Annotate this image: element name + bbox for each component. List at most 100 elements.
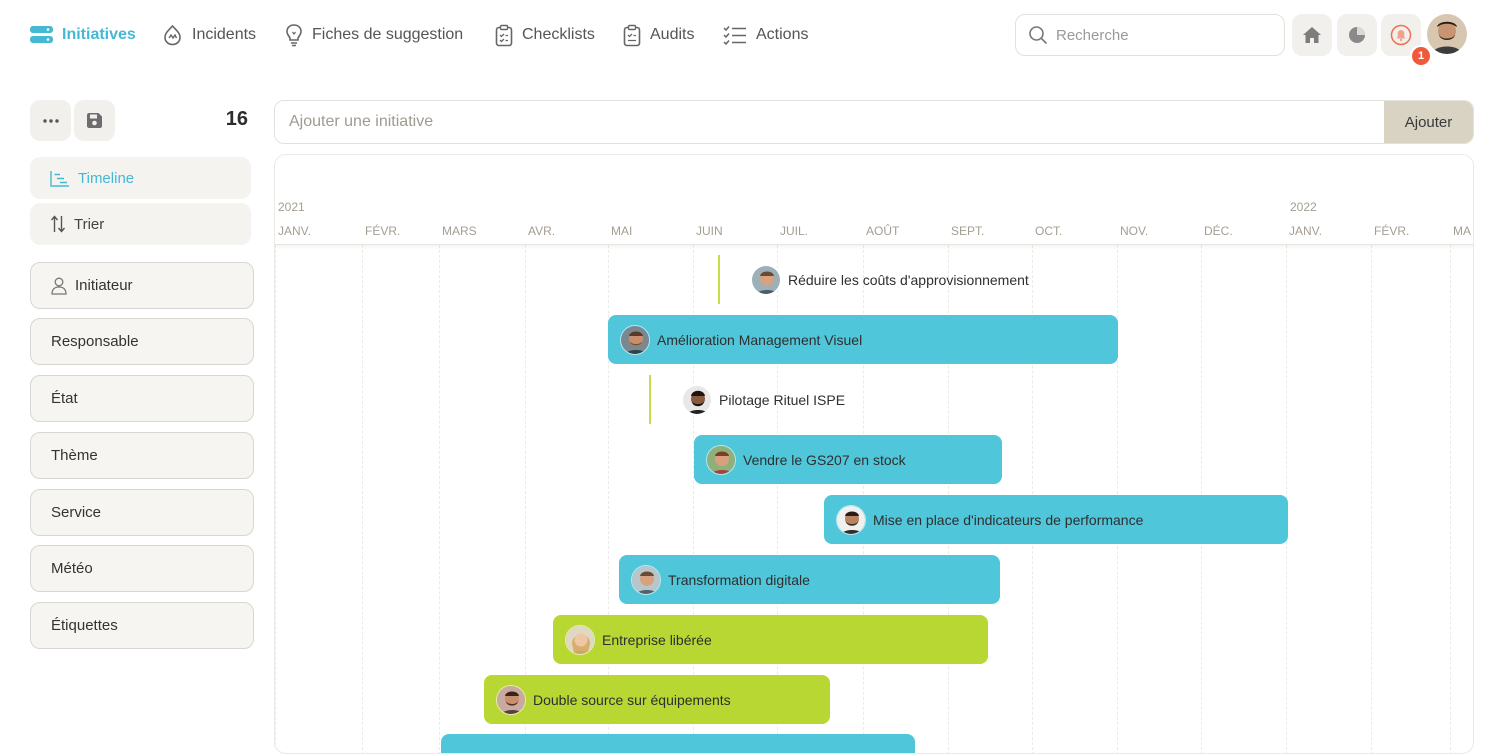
initiative-title: Pilotage Rituel ISPE — [719, 391, 846, 408]
initiative-count: 16 — [225, 108, 248, 130]
filter-etiquettes[interactable]: Étiquettes — [30, 602, 254, 649]
initiative-bar[interactable]: Transformation digitale — [619, 555, 1000, 604]
view-sort-button[interactable]: Trier — [30, 203, 251, 245]
filter-label: Service — [51, 504, 102, 521]
avatar — [565, 624, 595, 655]
user-avatar[interactable] — [1427, 14, 1467, 54]
filter-initiateur[interactable]: Initiateur — [30, 262, 254, 309]
save-button[interactable] — [74, 100, 115, 141]
clipboard-check-icon — [495, 24, 513, 46]
checklist-icon — [723, 26, 746, 45]
nav-item-fiches-de-suggestion[interactable]: Fiches de suggestion — [285, 22, 463, 48]
initiative-item[interactable]: Réduire les coûts d'approvisionnement — [751, 255, 1029, 304]
initiative-title: Vendre le GS207 en stock — [743, 451, 906, 468]
month-label: OCT. — [1035, 224, 1063, 238]
initiative-title: Entreprise libérée — [602, 631, 712, 648]
month-label: FÉVR. — [1374, 224, 1410, 238]
clipboard-list-icon — [623, 24, 641, 46]
initiative-item[interactable]: Pilotage Rituel ISPE — [682, 375, 845, 424]
month-label: AVR. — [528, 224, 556, 238]
month-label: AOÛT — [866, 224, 900, 238]
more-options-button[interactable] — [30, 100, 71, 141]
top-navigation: Initiatives Incidents Fiches de suggesti… — [0, 0, 1504, 70]
initiative-title: Mise en place d'indicateurs de performan… — [873, 511, 1144, 528]
nav-item-actions[interactable]: Actions — [723, 22, 808, 48]
filter-label: Thème — [51, 447, 98, 464]
sort-icon — [50, 215, 66, 233]
nav-item-audits[interactable]: Audits — [623, 22, 694, 48]
nav-item-initiatives[interactable]: Initiatives — [30, 22, 136, 48]
year-label: 2022 — [1290, 200, 1317, 214]
filter-etat[interactable]: État — [30, 375, 254, 422]
month-label: DÉC. — [1204, 224, 1233, 238]
home-button[interactable] — [1292, 14, 1332, 56]
view-label: Trier — [74, 215, 105, 233]
initiative-bar[interactable]: Double source sur équipements — [484, 675, 830, 724]
nav-item-label: Incidents — [192, 26, 257, 43]
month-label: JANV. — [1289, 224, 1322, 238]
search-box[interactable] — [1015, 14, 1285, 56]
nav-item-checklists[interactable]: Checklists — [495, 22, 595, 48]
nav-item-label: Fiches de suggestion — [312, 26, 464, 43]
filter-meteo[interactable]: Météo — [30, 545, 254, 592]
avatar — [631, 564, 661, 595]
month-label: MA — [1453, 224, 1471, 238]
pie-chart-icon — [1349, 27, 1365, 43]
year-label: 2021 — [278, 200, 305, 214]
filter-service[interactable]: Service — [30, 489, 254, 536]
filter-label: Responsable — [51, 333, 139, 350]
initiative-bar[interactable]: Amélioration Management Visuel — [608, 315, 1118, 364]
initiative-bar[interactable] — [441, 734, 915, 753]
lightbulb-icon — [286, 24, 302, 47]
nav-item-incidents[interactable]: Incidents — [162, 22, 256, 48]
timeline-header: 2021 2022 JANV. FÉVR. MARS AVR. MAI JUIN JUIL.… — [275, 155, 1473, 245]
filter-label: Initiateur — [75, 277, 133, 294]
nav-item-label: Initiatives — [62, 26, 136, 43]
notification-badge: 1 — [1410, 45, 1432, 67]
initiative-title: Amélioration Management Visuel — [657, 331, 863, 348]
server-stack-icon — [30, 26, 53, 43]
timeline-panel: 2021 2022 JANV. FÉVR. MARS AVR. MAI JUIN JUIL.… — [274, 154, 1474, 754]
avatar — [751, 264, 781, 295]
month-label: JUIL. — [780, 224, 809, 238]
month-label: MAI — [611, 224, 633, 238]
add-initiative-bar: Ajouter — [274, 100, 1474, 144]
search-input[interactable] — [1056, 26, 1266, 44]
month-label: NOV. — [1120, 224, 1149, 238]
month-label: MARS — [442, 224, 477, 238]
initiative-bar[interactable]: Vendre le GS207 en stock — [694, 435, 1002, 484]
ellipsis-icon — [42, 118, 59, 123]
nav-item-label: Audits — [650, 26, 695, 43]
dashboard-button[interactable] — [1337, 14, 1377, 56]
home-icon — [1303, 27, 1321, 43]
avatar — [706, 444, 736, 475]
filter-theme[interactable]: Thème — [30, 432, 254, 479]
bell-icon — [1390, 24, 1412, 46]
search-icon — [1029, 26, 1048, 45]
month-label: FÉVR. — [365, 224, 401, 238]
avatar — [682, 384, 712, 415]
initiative-title: Transformation digitale — [668, 571, 810, 588]
flame-icon — [164, 24, 181, 46]
avatar — [496, 684, 526, 715]
floppy-disk-icon — [87, 113, 102, 128]
milestone-marker — [718, 255, 720, 304]
grid-line — [362, 245, 363, 753]
initiative-bar[interactable]: Entreprise libérée — [553, 615, 988, 664]
nav-item-label: Actions — [756, 26, 809, 43]
filter-label: Étiquettes — [51, 617, 118, 634]
milestone-marker — [649, 375, 651, 424]
add-initiative-input[interactable] — [275, 101, 1384, 143]
view-timeline-button[interactable]: Timeline — [30, 157, 251, 199]
avatar — [620, 324, 650, 355]
grid-line — [439, 245, 440, 753]
initiative-title: Réduire les coûts d'approvisionnement — [788, 271, 1029, 288]
month-label: JUIN — [696, 224, 723, 238]
add-initiative-button[interactable]: Ajouter — [1384, 101, 1473, 143]
nav-item-label: Checklists — [522, 26, 595, 43]
view-label: Timeline — [78, 169, 135, 187]
user-icon — [51, 277, 67, 295]
initiative-bar[interactable]: Mise en place d'indicateurs de performan… — [824, 495, 1288, 544]
month-label: SEPT. — [951, 224, 985, 238]
filter-responsable[interactable]: Responsable — [30, 318, 254, 365]
